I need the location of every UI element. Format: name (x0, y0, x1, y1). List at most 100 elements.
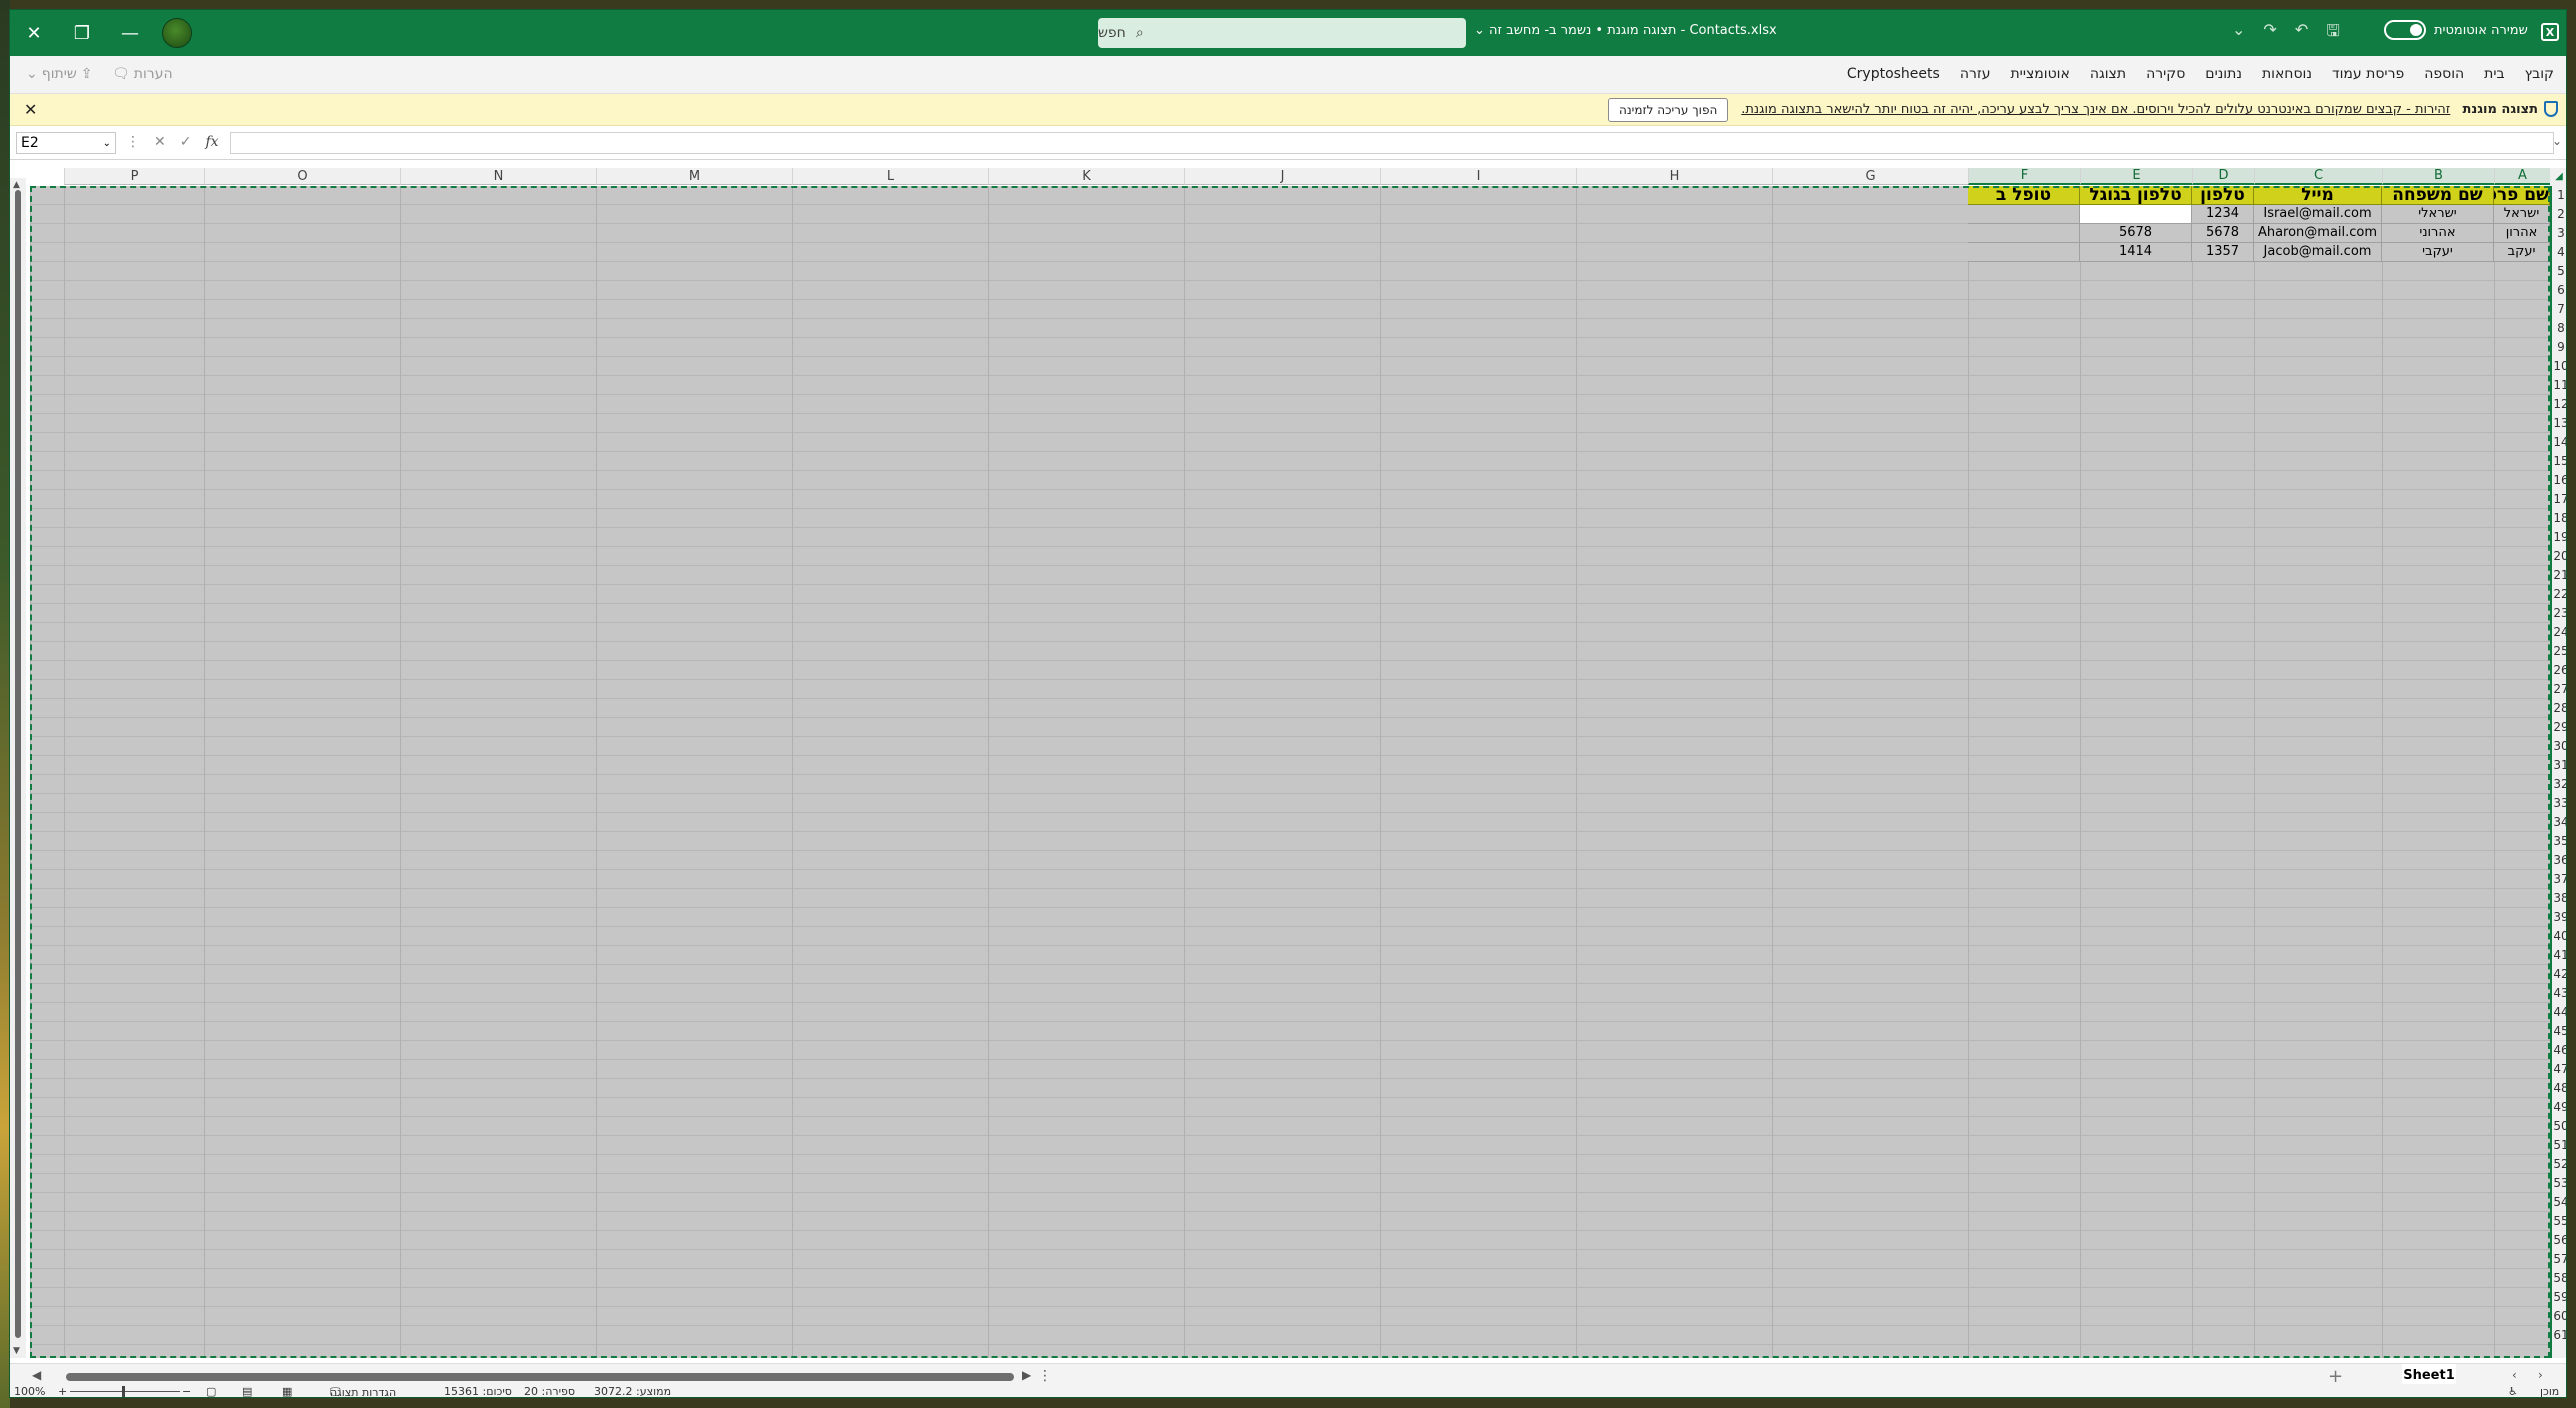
column-header-C[interactable]: C (2254, 168, 2382, 185)
expand-formula-bar-icon[interactable]: ⌄ (2552, 134, 2562, 148)
row-header-61[interactable]: 61 (2552, 1326, 2566, 1345)
comments-button[interactable]: 🗨 הערות (112, 66, 173, 82)
scroll-right-icon[interactable]: ▶ (1022, 1368, 1031, 1382)
row-header-35[interactable]: 35 (2552, 832, 2566, 851)
row-header-2[interactable]: 2 (2552, 205, 2566, 224)
row-header-12[interactable]: 12 (2552, 395, 2566, 414)
protected-view-text[interactable]: זהירות - קבצים שמקורם באינטרנט עלולים לה… (1741, 102, 2450, 117)
row-header-5[interactable]: 5 (2552, 262, 2566, 281)
table-cell-B3[interactable]: אהרוני (2382, 224, 2494, 243)
tab-10[interactable]: Cryptosheets (1847, 66, 1940, 82)
table-cell-F2[interactable] (1968, 205, 2080, 224)
row-header-20[interactable]: 20 (2552, 547, 2566, 566)
row-header-13[interactable]: 13 (2552, 414, 2566, 433)
row-header-55[interactable]: 55 (2552, 1212, 2566, 1231)
row-header-10[interactable]: 10 (2552, 357, 2566, 376)
tab-5[interactable]: נתונים (2205, 66, 2242, 82)
name-box[interactable]: E2 ⌄ (16, 132, 116, 154)
header-cell-F[interactable]: טופל ב (1968, 186, 2080, 205)
table-cell-B4[interactable]: יעקבי (2382, 243, 2494, 262)
row-header-22[interactable]: 22 (2552, 585, 2566, 604)
table-cell-A2[interactable]: ישראל (2494, 205, 2550, 224)
row-header-17[interactable]: 17 (2552, 490, 2566, 509)
zoom-slider[interactable] (70, 1386, 180, 1397)
save-icon[interactable]: 🖫 (2326, 20, 2340, 47)
close-icon[interactable]: ✕ (24, 100, 37, 119)
row-header-53[interactable]: 53 (2552, 1174, 2566, 1193)
worksheet-grid[interactable]: ▲ ▼ ABCDEFGHIJKLMNOP שם פרטישם משפחהמייל… (10, 160, 2566, 1363)
search-box[interactable]: ⌕ חפש (1098, 18, 1466, 48)
customize-qat-icon[interactable]: ⌄ (2232, 20, 2245, 47)
tab-1[interactable]: בית (2484, 66, 2504, 82)
row-header-50[interactable]: 50 (2552, 1117, 2566, 1136)
close-window-button[interactable]: ✕ (10, 10, 58, 56)
column-header-P[interactable]: P (64, 168, 204, 185)
enable-editing-button[interactable]: הפוך עריכה לזמינה (1608, 98, 1729, 122)
tab-4[interactable]: נוסחאות (2262, 66, 2312, 82)
vertical-scroll-thumb[interactable] (15, 190, 21, 1338)
table-cell-E2[interactable] (2080, 205, 2192, 224)
column-header-F[interactable]: F (1968, 168, 2080, 185)
column-header-D[interactable]: D (2192, 168, 2254, 185)
row-header-56[interactable]: 56 (2552, 1231, 2566, 1250)
row-header-44[interactable]: 44 (2552, 1003, 2566, 1022)
row-header-11[interactable]: 11 (2552, 376, 2566, 395)
row-header-26[interactable]: 26 (2552, 661, 2566, 680)
header-cell-C[interactable]: מייל (2254, 186, 2382, 205)
column-header-K[interactable]: K (988, 168, 1184, 185)
row-header-52[interactable]: 52 (2552, 1155, 2566, 1174)
autosave-toggle[interactable]: שמירה אוטומטית (2384, 20, 2528, 40)
cancel-icon[interactable]: ✕ (154, 134, 166, 150)
table-cell-A3[interactable]: אהרון (2494, 224, 2550, 243)
column-header-L[interactable]: L (792, 168, 988, 185)
table-cell-F4[interactable] (1968, 243, 2080, 262)
row-header-27[interactable]: 27 (2552, 680, 2566, 699)
row-header-59[interactable]: 59 (2552, 1288, 2566, 1307)
normal-view-icon[interactable]: ▦ (282, 1385, 292, 1397)
row-header-41[interactable]: 41 (2552, 946, 2566, 965)
restore-window-button[interactable]: ❐ (58, 10, 106, 56)
column-header-J[interactable]: J (1184, 168, 1380, 185)
row-header-57[interactable]: 57 (2552, 1250, 2566, 1269)
page-break-view-icon[interactable]: ▤ (242, 1385, 252, 1397)
tab-3[interactable]: פריסת עמוד (2332, 66, 2404, 82)
table-cell-E4[interactable]: 1414 (2080, 243, 2192, 262)
tab-8[interactable]: אוטומציית (2010, 66, 2069, 82)
header-cell-D[interactable]: טלפון (2192, 186, 2254, 205)
row-header-19[interactable]: 19 (2552, 528, 2566, 547)
table-cell-D2[interactable]: 1234 (2192, 205, 2254, 224)
row-header-33[interactable]: 33 (2552, 794, 2566, 813)
insert-function-icon[interactable]: fx (205, 134, 218, 150)
row-header-49[interactable]: 49 (2552, 1098, 2566, 1117)
row-header-60[interactable]: 60 (2552, 1307, 2566, 1326)
minimize-window-button[interactable]: — (106, 10, 154, 56)
avatar[interactable] (162, 18, 192, 48)
tab-2[interactable]: הוספה (2424, 66, 2464, 82)
accessibility-icon[interactable]: ♿︎ (2508, 1385, 2518, 1397)
row-header-7[interactable]: 7 (2552, 300, 2566, 319)
page-layout-view-icon[interactable]: ▢ (206, 1385, 216, 1397)
row-header-48[interactable]: 48 (2552, 1079, 2566, 1098)
column-header-M[interactable]: M (596, 168, 792, 185)
scroll-left-icon[interactable]: ◀ (32, 1368, 41, 1382)
column-header-H[interactable]: H (1576, 168, 1772, 185)
table-cell-C3[interactable]: Aharon@mail.com (2254, 224, 2382, 243)
row-header-21[interactable]: 21 (2552, 566, 2566, 585)
undo-icon[interactable]: ↶ (2295, 20, 2308, 47)
formula-input[interactable] (230, 132, 2554, 154)
row-header-51[interactable]: 51 (2552, 1136, 2566, 1155)
row-header-4[interactable]: 4 (2552, 243, 2566, 262)
redo-icon[interactable]: ↷ (2263, 20, 2276, 47)
horizontal-scrollbar[interactable] (66, 1373, 1014, 1381)
column-header-N[interactable]: N (400, 168, 596, 185)
column-header-E[interactable]: E (2080, 168, 2192, 185)
scroll-down-icon[interactable]: ▼ (13, 1346, 20, 1356)
vertical-scrollbar[interactable]: ▲ ▼ (10, 178, 26, 1358)
row-header-25[interactable]: 25 (2552, 642, 2566, 661)
row-header-15[interactable]: 15 (2552, 452, 2566, 471)
row-header-1[interactable]: 1 (2552, 186, 2566, 205)
table-cell-B2[interactable]: ישראלי (2382, 205, 2494, 224)
tab-7[interactable]: תצוגה (2090, 66, 2126, 82)
row-header-42[interactable]: 42 (2552, 965, 2566, 984)
document-title[interactable]: Contacts.xlsx - תצוגה מוגנת • נשמר ב- מח… (1474, 23, 1777, 38)
